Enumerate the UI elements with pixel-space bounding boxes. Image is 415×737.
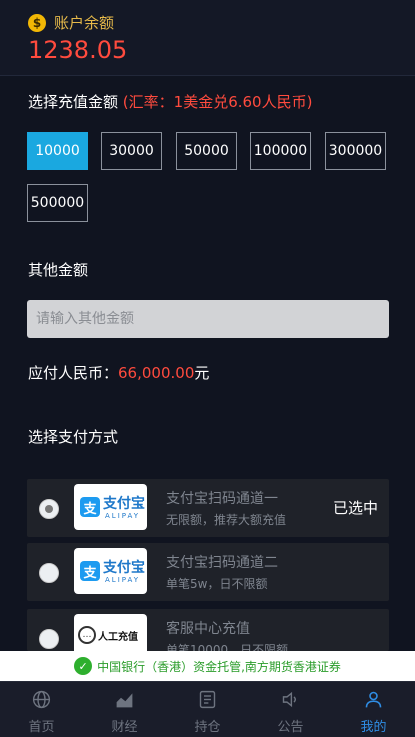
method-title: 支付宝扫码通道二 bbox=[166, 555, 278, 571]
user-icon bbox=[365, 691, 382, 708]
method-subtitle: 无限额，推荐大额充值 bbox=[166, 513, 287, 527]
banner-text: 中国银行（香港）资金托管,南方期货香港证券 bbox=[97, 659, 341, 674]
coin-icon: $ bbox=[28, 13, 46, 32]
nav-item-finance[interactable]: 财经 bbox=[83, 682, 166, 737]
nav-label: 我的 bbox=[360, 720, 387, 735]
amount-option-30000[interactable]: 30000 bbox=[101, 132, 162, 170]
alipay-logo-en: ALIPAY bbox=[105, 576, 141, 584]
payment-method-alipay-1[interactable]: 支 支付宝 ALIPAY 支付宝扫码通道一 无限额，推荐大额充值 已选中 bbox=[27, 479, 389, 537]
nav-item-positions[interactable]: 持仓 bbox=[166, 682, 249, 737]
selected-label: 已选中 bbox=[332, 499, 378, 517]
manual-recharge-logo: … 人工充值 bbox=[74, 614, 147, 651]
other-amount-title: 其他金额 bbox=[28, 261, 89, 279]
method-subtitle: 单笔5w，日不限额 bbox=[166, 577, 268, 591]
alipay-icon: 支 bbox=[80, 497, 100, 517]
nav-item-home[interactable]: 首页 bbox=[0, 682, 83, 737]
alipay-logo: 支 支付宝 ALIPAY bbox=[74, 548, 147, 594]
alipay-logo-text: 支付宝 bbox=[103, 560, 145, 576]
chart-icon bbox=[116, 693, 133, 708]
document-icon bbox=[199, 690, 216, 709]
nav-item-mine[interactable]: 我的 bbox=[332, 682, 415, 737]
payable-amount: 66,000.00 bbox=[118, 364, 195, 382]
payment-method-alipay-2[interactable]: 支 支付宝 ALIPAY 支付宝扫码通道二 单笔5w，日不限额 bbox=[27, 543, 389, 601]
payable-row: 应付人民币：66,000.00元 bbox=[28, 362, 209, 383]
radio-alipay-2[interactable] bbox=[39, 563, 59, 583]
globe-icon bbox=[32, 690, 51, 709]
recharge-title: 选择充值金额 (汇率：1美金兑6.60人民币) bbox=[28, 91, 312, 112]
bottom-nav: 首页 财经 持仓 公告 我的 bbox=[0, 681, 415, 737]
custody-banner: ✓ 中国银行（香港）资金托管,南方期货香港证券 bbox=[0, 651, 415, 681]
amount-option-100000[interactable]: 100000 bbox=[250, 132, 311, 170]
payable-unit: 元 bbox=[194, 364, 210, 382]
balance-label-row: $ 账户余额 bbox=[28, 12, 114, 33]
amount-option-300000[interactable]: 300000 bbox=[325, 132, 386, 170]
balance-label: 账户余额 bbox=[54, 14, 115, 32]
payment-method-customer-service[interactable]: … 人工充值 客服中心充值 单笔10000，日不限额 bbox=[27, 609, 389, 651]
balance-header: $ 账户余额 1238.05 bbox=[0, 0, 415, 76]
amount-option-50000[interactable]: 50000 bbox=[176, 132, 237, 170]
method-title: 支付宝扫码通道一 bbox=[166, 491, 278, 507]
nav-label: 持仓 bbox=[194, 720, 221, 735]
radio-alipay-1[interactable] bbox=[39, 499, 59, 519]
exchange-rate: (汇率：1美金兑6.60人民币) bbox=[122, 93, 313, 111]
amount-option-500000[interactable]: 500000 bbox=[27, 184, 88, 222]
method-title: 客服中心充值 bbox=[166, 621, 250, 637]
nav-label: 财经 bbox=[111, 720, 138, 735]
nav-label: 首页 bbox=[28, 720, 55, 735]
alipay-logo-en: ALIPAY bbox=[105, 512, 141, 520]
payable-label: 应付人民币： bbox=[28, 364, 119, 382]
nav-label: 公告 bbox=[277, 720, 304, 735]
method-subtitle: 单笔10000，日不限额 bbox=[166, 643, 289, 651]
alipay-logo-text: 支付宝 bbox=[103, 496, 145, 512]
balance-value: 1238.05 bbox=[28, 36, 128, 64]
nav-item-announcements[interactable]: 公告 bbox=[249, 682, 332, 737]
check-shield-icon: ✓ bbox=[74, 657, 93, 675]
speaker-icon bbox=[282, 691, 297, 708]
chat-bubble-icon: … bbox=[78, 626, 96, 644]
amount-option-10000[interactable]: 10000 bbox=[27, 132, 88, 170]
radio-customer-service[interactable] bbox=[39, 629, 59, 649]
payment-method-title: 选择支付方式 bbox=[28, 428, 119, 446]
alipay-logo: 支 支付宝 ALIPAY bbox=[74, 484, 147, 530]
other-amount-input[interactable] bbox=[27, 300, 389, 338]
recharge-title-text: 选择充值金额 bbox=[28, 93, 119, 111]
manual-recharge-logo-text: 人工充值 bbox=[98, 632, 138, 643]
alipay-icon: 支 bbox=[80, 561, 100, 581]
